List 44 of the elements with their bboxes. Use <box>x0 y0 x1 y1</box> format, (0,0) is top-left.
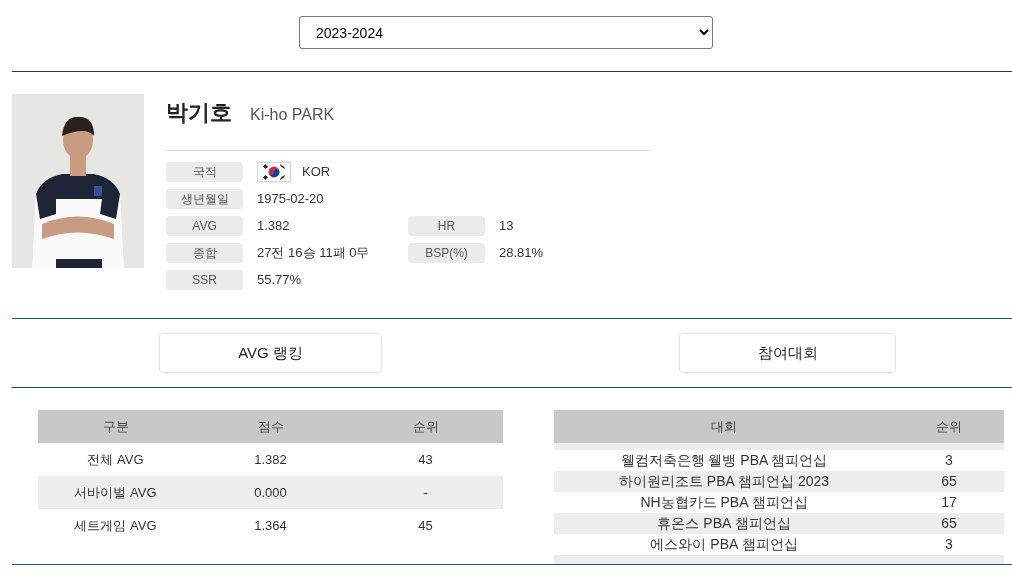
field-label: SSR <box>166 270 243 290</box>
table-cell-text: 0.000 <box>253 483 288 502</box>
field-label: HR <box>408 216 485 236</box>
table-cell-text: 휴온스 PBA 챔피언십 <box>656 514 792 533</box>
tournaments-tab[interactable]: 참여대회 <box>679 333 896 373</box>
field-label: 종합 <box>166 243 243 263</box>
player-name: 박기호 <box>166 99 232 127</box>
field-value: 1975-02-20 <box>257 190 324 209</box>
flag-icon <box>257 162 291 182</box>
table-cell-text: 1.382 <box>253 450 288 469</box>
field-value: KOR <box>302 163 331 182</box>
table-cell-text: - <box>422 483 429 502</box>
table-cell-text: 1.364 <box>253 516 288 535</box>
table-cell-text: 65 <box>940 472 958 491</box>
table-cell-text: 3 <box>944 451 954 470</box>
table-cell-text: 43 <box>417 450 434 469</box>
table-cell-text: 세트게임 AVG <box>73 516 158 535</box>
field-label: AVG <box>166 216 243 236</box>
column-header: 점수 <box>256 417 285 436</box>
field-value: 28.81% <box>499 244 544 263</box>
column-header: 순위 <box>935 417 963 436</box>
field-label: 생년월일 <box>166 189 243 209</box>
season-select[interactable]: 2023-2024 <box>299 16 713 49</box>
field-value: 1.382 <box>257 217 290 236</box>
column-header: 대회 <box>710 417 738 436</box>
field-value: 13 <box>499 217 514 236</box>
column-header: 순위 <box>411 417 440 436</box>
player-english-name: Ki-ho PARK <box>250 105 335 125</box>
column-header: 구분 <box>101 417 130 436</box>
table-cell-text: NH농협카드 PBA 챔피언십 <box>639 493 809 512</box>
table-cell-text: 웰컴저축은행 웰뱅 PBA 챔피언십 <box>619 451 829 470</box>
table-cell-text: 45 <box>417 516 434 535</box>
field-label: 국적 <box>166 162 243 182</box>
table-cell-text: 전체 AVG <box>86 450 145 469</box>
table-cell-text: 서바이벌 AVG <box>73 483 158 502</box>
field-value: 27전 16승 11패 0무 <box>257 244 370 263</box>
table-cell-text: 3 <box>944 535 954 554</box>
avg-ranking-tab[interactable]: AVG 랭킹 <box>159 333 382 373</box>
table-cell-text: 하이원리조트 PBA 챔피언십 2023 <box>617 472 831 491</box>
table-cell-text: 에스와이 PBA 챔피언십 <box>649 535 799 554</box>
table-cell-text: 17 <box>940 493 958 512</box>
field-label: BSP(%) <box>408 243 485 263</box>
field-value: 55.77% <box>257 271 302 290</box>
table-cell-text: 65 <box>940 514 958 533</box>
